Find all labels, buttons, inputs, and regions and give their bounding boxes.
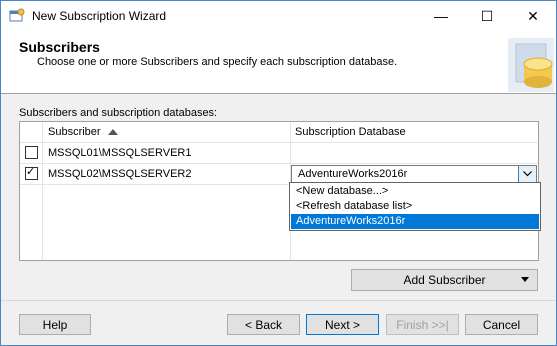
subscriber-checkbox[interactable]: ✓ [25, 166, 38, 180]
chevron-down-icon [523, 171, 532, 177]
sort-ascending-icon [108, 129, 118, 135]
minimize-button[interactable]: — [418, 1, 464, 31]
subscriber-name: MSSQL02\MSSQLSERVER2 [48, 168, 192, 180]
window-title: New Subscription Wizard [32, 9, 167, 23]
grid-header-row: Subscriber Subscription Database [20, 122, 538, 143]
page-title: Subscribers [19, 39, 100, 55]
grid-label: Subscribers and subscription databases: [19, 107, 218, 119]
dropdown-option[interactable]: <New database...> [291, 184, 539, 199]
dropdown-option-selected[interactable]: AdventureWorks2016r [291, 214, 539, 229]
column-header-subscriber[interactable]: Subscriber [48, 126, 101, 138]
add-subscriber-button[interactable]: Add Subscriber [351, 269, 538, 291]
database-dropdown-list[interactable]: <New database...> <Refresh database list… [289, 182, 541, 231]
cancel-button[interactable]: Cancel [465, 314, 538, 335]
split-dropdown-icon[interactable] [521, 277, 529, 282]
subscriber-name: MSSQL01\MSSQLSERVER1 [48, 147, 192, 159]
maximize-button[interactable]: ☐ [464, 1, 510, 31]
help-button[interactable]: Help [19, 314, 91, 335]
combo-selected-value: AdventureWorks2016r [298, 168, 408, 180]
page-subtitle: Choose one or more Subscribers and speci… [37, 56, 398, 68]
check-mark-icon: ✓ [26, 166, 36, 178]
wizard-window: New Subscription Wizard — ☐ ✕ Subscriber… [0, 0, 557, 346]
wizard-header: Subscribers Choose one or more Subscribe… [1, 31, 556, 94]
finish-button: Finish >>| [386, 314, 459, 335]
footer-divider [1, 300, 556, 301]
back-button[interactable]: < Back [227, 314, 300, 335]
title-bar[interactable]: New Subscription Wizard — ☐ ✕ [1, 1, 556, 31]
add-subscriber-label: Add Subscriber [403, 273, 486, 287]
subscriber-banner-icon [508, 38, 554, 92]
table-row[interactable]: MSSQL01\MSSQLSERVER1 [20, 143, 538, 164]
column-header-subscription-database[interactable]: Subscription Database [295, 126, 406, 138]
next-button[interactable]: Next > [306, 314, 379, 335]
wizard-app-icon [9, 8, 25, 22]
dropdown-option[interactable]: <Refresh database list> [291, 199, 539, 214]
close-button[interactable]: ✕ [510, 1, 556, 31]
subscriber-checkbox[interactable] [25, 146, 38, 159]
combo-dropdown-button[interactable] [518, 166, 536, 183]
